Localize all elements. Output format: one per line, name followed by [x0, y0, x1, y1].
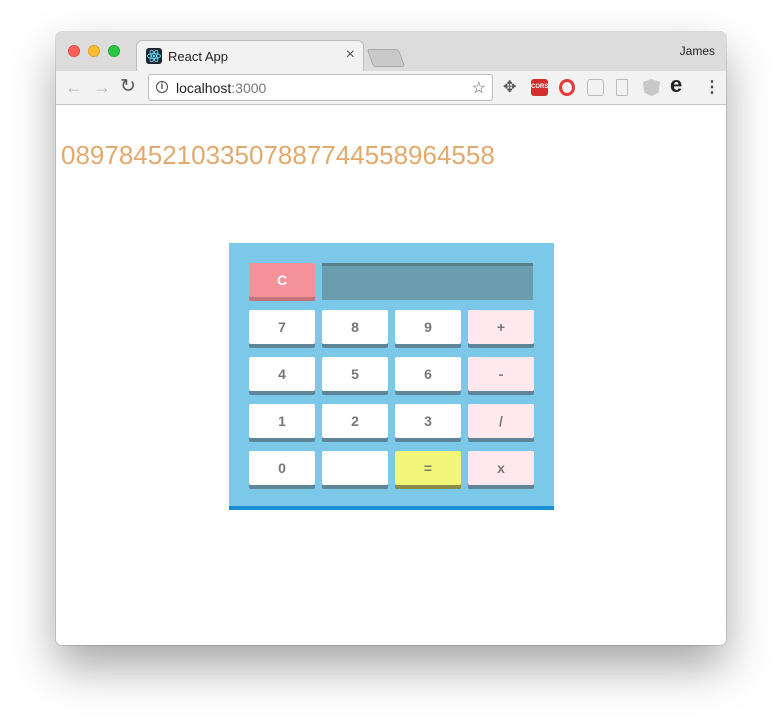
cors-extension-icon[interactable]: CORS [531, 79, 548, 96]
key-equals[interactable]: = [395, 451, 461, 485]
menu-icon[interactable]: ⋮ [704, 77, 721, 96]
calculator-display [322, 263, 533, 300]
key-6[interactable]: 6 [395, 357, 461, 391]
browser-tab[interactable]: React App × [136, 40, 364, 71]
key-9[interactable]: 9 [395, 310, 461, 344]
reload-icon[interactable]: ↻ [120, 77, 136, 97]
key-8[interactable]: 8 [322, 310, 388, 344]
close-window-button[interactable] [68, 45, 80, 57]
clear-button[interactable]: C [249, 263, 315, 297]
key-divide[interactable]: / [468, 404, 534, 438]
new-tab-button[interactable] [366, 49, 406, 67]
key-7[interactable]: 7 [249, 310, 315, 344]
opera-icon[interactable] [559, 79, 575, 96]
key-blank[interactable] [322, 451, 388, 485]
url-text[interactable]: localhost:3000 [176, 80, 266, 96]
browser-window: React App × James ← → ↻ i localhost:3000… [56, 32, 726, 645]
url-host: localhost [176, 80, 232, 96]
key-plus[interactable]: + [468, 310, 534, 344]
key-1[interactable]: 1 [249, 404, 315, 438]
move-icon[interactable]: ✥ [503, 77, 520, 96]
key-0[interactable]: 0 [249, 451, 315, 485]
react-devtools-icon[interactable] [587, 79, 604, 96]
angular-icon[interactable] [643, 79, 660, 96]
forward-arrow-icon[interactable]: → [93, 77, 111, 97]
key-5[interactable]: 5 [322, 357, 388, 391]
tab-close-icon[interactable]: × [346, 47, 355, 63]
key-minus[interactable]: - [468, 357, 534, 391]
key-4[interactable]: 4 [249, 357, 315, 391]
back-arrow-icon[interactable]: ← [65, 77, 83, 97]
address-bar[interactable]: i localhost:3000 ☆ [148, 74, 493, 101]
maximize-window-button[interactable] [108, 45, 120, 57]
react-logo-icon [146, 48, 162, 64]
url-port: :3000 [231, 80, 267, 96]
edge-icon[interactable]: e [670, 72, 690, 97]
browser-toolbar: ← → ↻ i localhost:3000 ☆ ✥ CORS e ⋮ [56, 71, 726, 105]
title-bar: React App × James [56, 32, 726, 71]
tab-title: React App [168, 49, 228, 64]
profile-name[interactable]: James [680, 44, 715, 58]
star-icon[interactable]: ☆ [472, 78, 486, 98]
key-2[interactable]: 2 [322, 404, 388, 438]
key-multiply[interactable]: x [468, 451, 534, 485]
calculator: C 7 8 9 + 4 5 6 - 1 2 3 / 0 = x [229, 243, 554, 510]
display-value: 08978452103350788774455896455​8 [61, 140, 495, 170]
minimize-window-button[interactable] [88, 45, 100, 57]
info-icon[interactable]: i [156, 81, 168, 93]
key-3[interactable]: 3 [395, 404, 461, 438]
page-content: C 7 8 9 + 4 5 6 - 1 2 3 / 0 = x 08978452… [56, 105, 726, 645]
page-icon[interactable] [616, 79, 628, 96]
